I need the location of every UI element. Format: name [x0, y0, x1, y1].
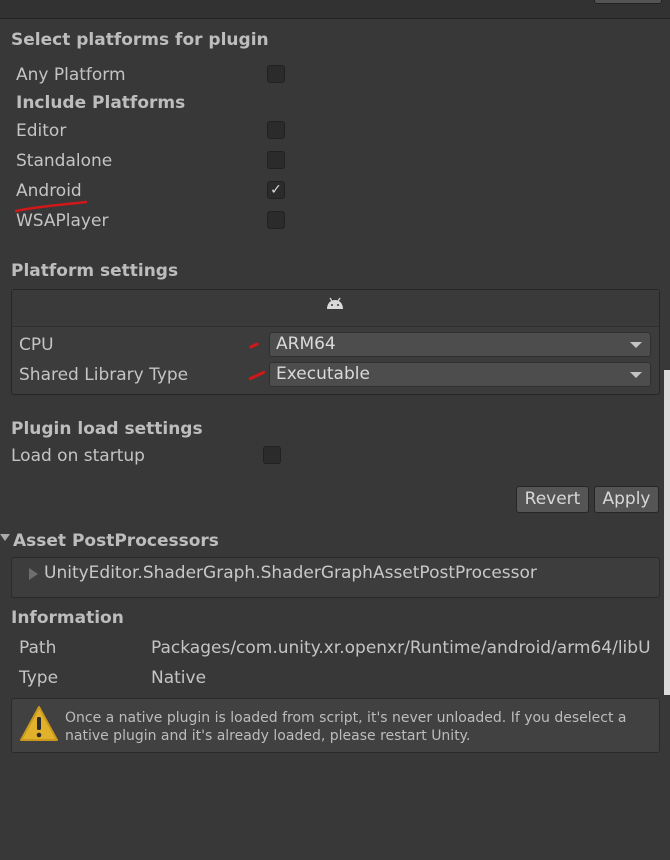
- checkmark-icon: ✓: [270, 182, 282, 198]
- any-platform-checkbox[interactable]: [267, 65, 285, 83]
- platform-android-checkbox[interactable]: ✓: [267, 181, 285, 199]
- path-value: Packages/com.unity.xr.openxr/Runtime/and…: [151, 638, 651, 658]
- information-title: Information: [11, 608, 124, 628]
- platform-wsaplayer-checkbox[interactable]: [267, 211, 285, 229]
- warning-text-line1: Once a native plugin is loaded from scri…: [65, 710, 627, 726]
- platforms-section-title: Select platforms for plugin: [11, 30, 269, 50]
- chevron-down-icon: [630, 342, 642, 348]
- shared-library-type-dropdown[interactable]: Executable: [269, 362, 651, 387]
- top-toolbar-strip: [0, 0, 670, 19]
- type-label: Type: [19, 668, 59, 688]
- platform-standalone-checkbox[interactable]: [267, 151, 285, 169]
- cpu-dropdown-value: ARM64: [276, 334, 336, 354]
- cpu-label: CPU: [19, 335, 54, 355]
- include-platforms-title: Include Platforms: [16, 93, 186, 113]
- cpu-dropdown[interactable]: ARM64: [269, 332, 651, 357]
- shared-library-type-label: Shared Library Type: [19, 365, 189, 385]
- foldout-expanded-icon[interactable]: [0, 534, 10, 541]
- foldout-collapsed-icon[interactable]: [29, 568, 38, 580]
- platform-standalone-label: Standalone: [16, 151, 113, 171]
- platform-wsaplayer-label: WSAPlayer: [16, 211, 109, 231]
- asset-postprocessors-title[interactable]: Asset PostProcessors: [13, 531, 219, 551]
- apply-button[interactable]: Apply: [594, 486, 659, 513]
- android-icon[interactable]: [326, 297, 344, 311]
- load-on-startup-checkbox[interactable]: [263, 446, 281, 464]
- plugin-load-settings-title: Plugin load settings: [11, 419, 203, 439]
- window-edge: [664, 370, 670, 695]
- revert-button[interactable]: Revert: [516, 486, 589, 513]
- any-platform-label: Any Platform: [16, 65, 126, 85]
- platform-android-label: Android: [16, 181, 82, 201]
- load-on-startup-label: Load on startup: [11, 446, 145, 466]
- postprocessor-item[interactable]: UnityEditor.ShaderGraph.ShaderGraphAsset…: [44, 563, 537, 583]
- path-label: Path: [19, 638, 57, 658]
- platform-editor-checkbox[interactable]: [267, 121, 285, 139]
- warning-icon: [20, 706, 58, 741]
- platform-settings-title: Platform settings: [11, 261, 179, 281]
- warning-text-line2: native plugin and it's already loaded, p…: [65, 728, 471, 744]
- top-button[interactable]: [594, 0, 662, 4]
- chevron-down-icon: [630, 372, 642, 378]
- platform-editor-label: Editor: [16, 121, 67, 141]
- type-value: Native: [151, 668, 207, 688]
- shared-library-type-value: Executable: [276, 364, 370, 384]
